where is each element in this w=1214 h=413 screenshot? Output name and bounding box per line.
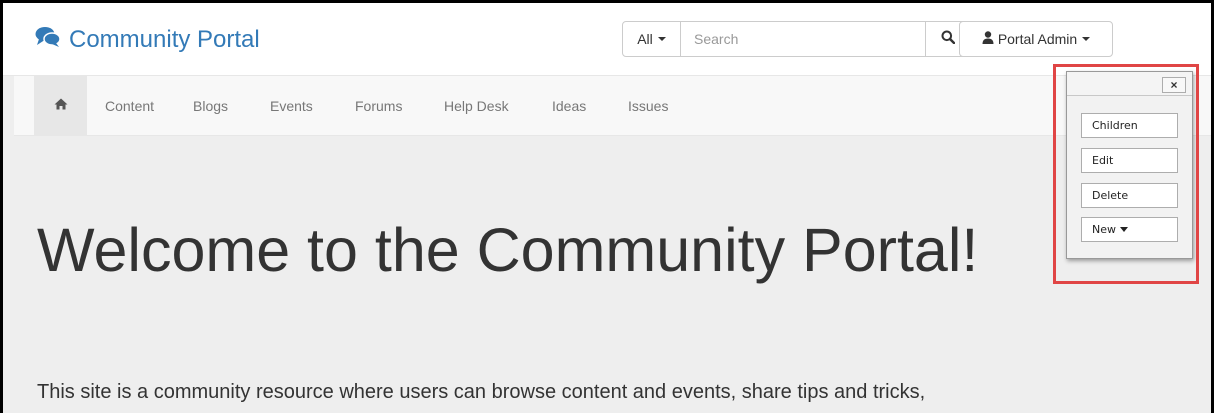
highlight-box xyxy=(1053,64,1199,284)
user-menu-label: Portal Admin xyxy=(997,31,1078,47)
brand-link[interactable]: Community Portal xyxy=(35,23,260,57)
hero-text: This site is a community resource where … xyxy=(37,381,926,403)
nav-item-events[interactable]: Events xyxy=(270,76,313,135)
search-scope-label: All xyxy=(637,31,653,47)
search-group: All xyxy=(622,21,971,57)
nav-item-content[interactable]: Content xyxy=(105,76,154,135)
caret-down-icon xyxy=(657,37,666,41)
search-icon xyxy=(941,30,956,49)
nav-item-forums[interactable]: Forums xyxy=(355,76,402,135)
comments-icon xyxy=(35,26,69,55)
search-input[interactable] xyxy=(681,21,925,57)
caret-down-icon xyxy=(1082,37,1091,41)
nav-item-blogs[interactable]: Blogs xyxy=(193,76,228,135)
nav-home[interactable] xyxy=(34,76,87,135)
search-scope-dropdown[interactable]: All xyxy=(622,21,681,57)
nav-item-ideas[interactable]: Ideas xyxy=(552,76,586,135)
main-navbar: Content Blogs Events Forums Help Desk Id… xyxy=(14,76,1211,136)
brand-name: Community Portal xyxy=(69,26,260,53)
home-icon xyxy=(54,97,68,115)
user-menu-button[interactable]: Portal Admin xyxy=(959,21,1113,57)
page: Community Portal All Search Portal Admin… xyxy=(3,3,1211,413)
user-icon xyxy=(982,31,998,47)
nav-item-help-desk[interactable]: Help Desk xyxy=(444,76,509,135)
header: Community Portal All Search Portal Admin xyxy=(3,3,1211,76)
hero-title: Welcome to the Community Portal! xyxy=(37,216,979,284)
nav-item-issues[interactable]: Issues xyxy=(628,76,668,135)
